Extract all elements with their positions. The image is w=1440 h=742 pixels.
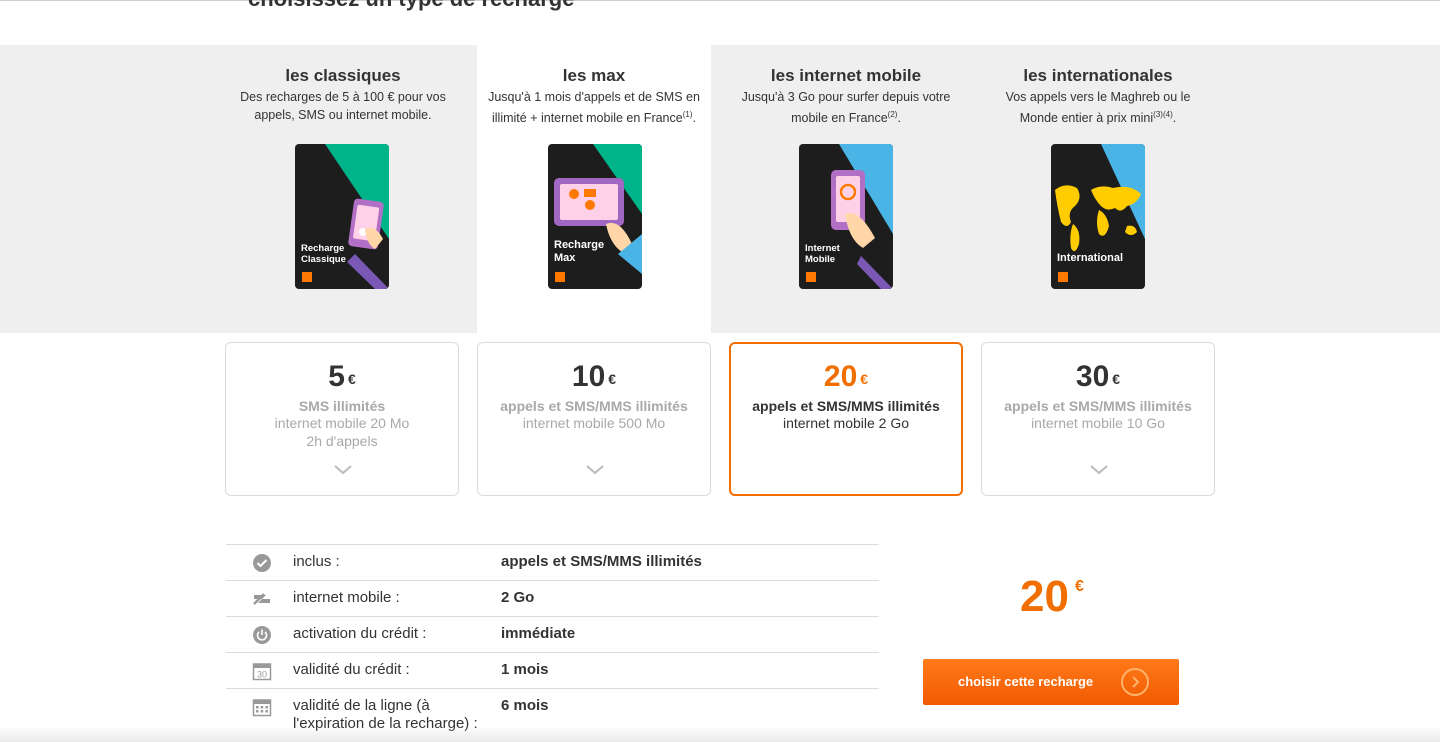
recharge-classique-card[interactable]: Recharge Classique xyxy=(295,144,389,289)
detail-row-activation: activation du crédit : immédiate xyxy=(226,616,879,652)
detail-label: inclus : xyxy=(293,553,340,570)
category-description: Jusqu'à 3 Go pour surfer depuis votre mo… xyxy=(741,90,951,126)
offer-feature: internet mobile 500 Mo xyxy=(522,415,666,431)
detail-label: activation du crédit : xyxy=(293,625,427,642)
card-label: Recharge Max xyxy=(554,239,605,264)
detail-label: validité du crédit : xyxy=(293,661,410,678)
offer-feature: appels et SMS/MMS illimités xyxy=(500,398,688,414)
detail-value: 6 mois xyxy=(501,697,549,714)
orange-logo-icon xyxy=(806,272,816,282)
summary-price: 20 € xyxy=(1020,572,1084,621)
card-artwork xyxy=(831,144,893,289)
category-title: les max xyxy=(562,66,626,85)
category-title: les internet mobile xyxy=(770,66,922,85)
recharge-max-card[interactable]: Recharge Max xyxy=(548,144,642,289)
international-card[interactable]: International xyxy=(1051,144,1145,289)
detail-value: appels et SMS/MMS illimités xyxy=(501,553,702,570)
detail-value: 2 Go xyxy=(501,589,535,606)
card-artwork xyxy=(1055,144,1145,252)
offer-feature: SMS illimités xyxy=(298,398,386,414)
offer-feature: 2h d'appels xyxy=(306,433,378,449)
offer-20[interactable]: 20 € appels et SMS/MMS illimités internet… xyxy=(729,342,963,496)
choose-recharge-button[interactable]: choisir cette recharge xyxy=(923,659,1179,705)
offer-5[interactable]: 5 € SMS illimités internet mobile 20 Mo 2… xyxy=(225,342,459,496)
card-artwork xyxy=(554,144,642,274)
internet-mobile-card[interactable]: Internet Mobile xyxy=(799,144,893,289)
detail-value: 1 mois xyxy=(501,661,549,678)
card-artwork xyxy=(325,144,389,289)
offer-price: 5 € xyxy=(328,360,356,393)
chevron-right-icon xyxy=(1121,668,1149,696)
calendar-icon xyxy=(252,699,272,717)
offer-30[interactable]: 30 € appels et SMS/MMS illimités internet… xyxy=(981,342,1215,496)
detail-value: immédiate xyxy=(501,625,576,642)
category-title: les classiques xyxy=(285,66,401,85)
bottom-fade xyxy=(0,726,1440,742)
category-description: Jusqu'à 1 mois d'appels et de SMS en ill… xyxy=(488,90,700,126)
orange-logo-icon xyxy=(302,272,312,282)
check-circle-icon xyxy=(253,554,271,572)
offer-price: 20 € xyxy=(823,360,869,393)
category-description: Vos appels vers le Maghreb ou le Monde e… xyxy=(1005,90,1191,126)
card-label: Internet Mobile xyxy=(805,243,840,265)
svg-text:30: 30 xyxy=(257,670,267,680)
card-label: International xyxy=(1057,252,1124,264)
offer-feature: appels et SMS/MMS illimités xyxy=(1004,398,1192,414)
offer-feature: appels et SMS/MMS illimités xyxy=(752,398,940,414)
detail-row-internet: internet mobile : 2 Go xyxy=(226,580,879,616)
offer-feature: internet mobile 20 Mo xyxy=(274,415,410,431)
offer-10[interactable]: 10 € appels et SMS/MMS illimités internet… xyxy=(477,342,711,496)
chevron-down-icon[interactable] xyxy=(1090,465,1108,475)
offer-feature: internet mobile 10 Go xyxy=(1031,415,1165,431)
card-label: Recharge Classique xyxy=(301,243,346,265)
top-border xyxy=(0,0,1440,1)
offer-feature: internet mobile 2 Go xyxy=(782,415,910,431)
button-label: choisir cette recharge xyxy=(958,674,1094,689)
internet-icon xyxy=(253,593,270,605)
orange-logo-icon xyxy=(1058,272,1068,282)
offer-details: inclus : appels et SMS/MMS illimités int… xyxy=(226,544,879,740)
detail-row-inclus: inclus : appels et SMS/MMS illimités xyxy=(226,544,879,580)
detail-label: internet mobile : xyxy=(293,589,400,606)
category-description: Des recharges de 5 à 100 € pour vos appe… xyxy=(240,90,446,122)
page-heading: choisissez un type de recharge xyxy=(248,0,574,12)
offer-price: 30 € xyxy=(1075,360,1121,393)
orange-logo-icon xyxy=(555,272,565,282)
offer-price: 10 € xyxy=(571,360,617,393)
detail-row-validite-credit: 30 validité du crédit : 1 mois xyxy=(226,652,879,688)
category-band xyxy=(0,45,1440,333)
chevron-down-icon[interactable] xyxy=(334,465,352,475)
power-icon xyxy=(253,626,271,644)
chevron-down-icon[interactable] xyxy=(586,465,604,475)
category-title: les internationales xyxy=(1023,66,1173,85)
calendar-30-icon: 30 xyxy=(252,663,272,681)
